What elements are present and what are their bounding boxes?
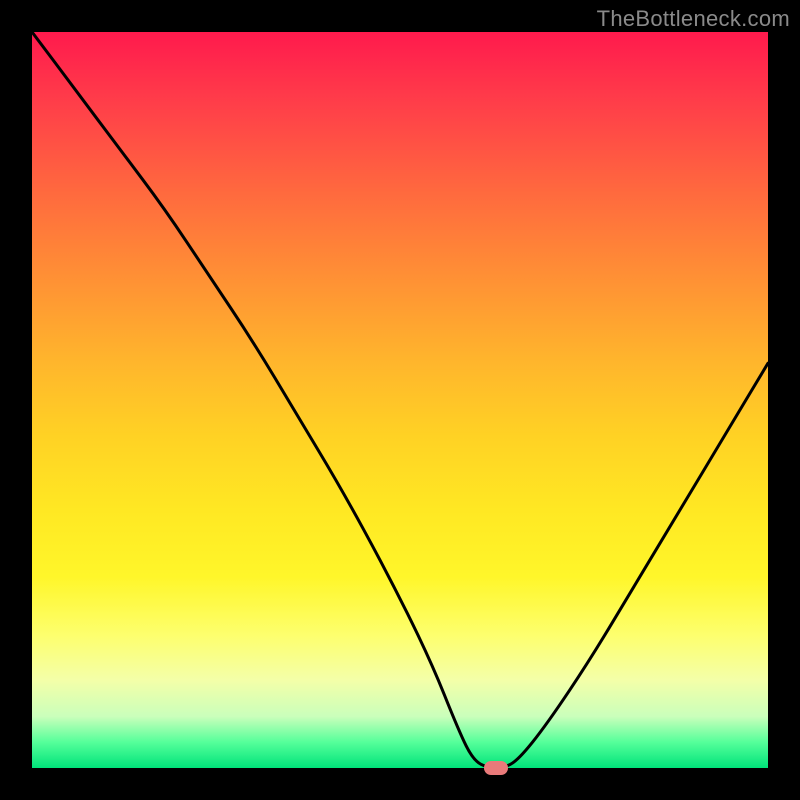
chart-frame: TheBottleneck.com bbox=[0, 0, 800, 800]
plot-area bbox=[32, 32, 768, 768]
bottleneck-curve bbox=[32, 32, 768, 768]
watermark-label: TheBottleneck.com bbox=[597, 6, 790, 32]
optimal-point-marker bbox=[484, 761, 508, 775]
